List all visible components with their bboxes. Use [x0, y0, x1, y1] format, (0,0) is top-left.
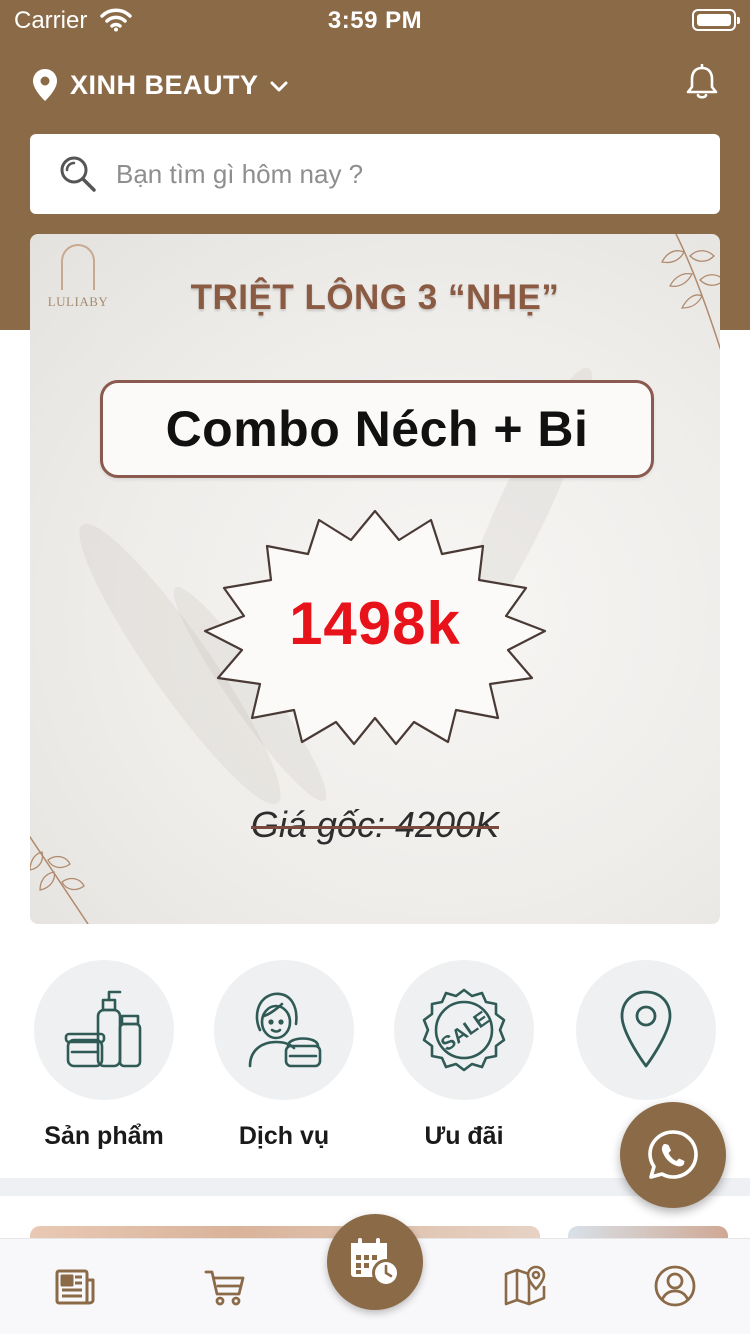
profile-icon	[654, 1265, 696, 1307]
booking-calendar-icon	[351, 1238, 400, 1287]
whatsapp-icon	[648, 1130, 698, 1179]
combo-label: Combo Néch + Bi	[165, 401, 589, 457]
tab-cart[interactable]	[203, 1264, 247, 1308]
map-icon	[504, 1265, 546, 1306]
search-icon	[60, 156, 96, 192]
sale-badge-icon: SALE	[422, 988, 506, 1072]
category-deals[interactable]: SALE Ưu đãi	[374, 960, 554, 1151]
whatsapp-button[interactable]	[620, 1102, 726, 1208]
battery-icon	[692, 9, 740, 31]
tab-map[interactable]	[503, 1264, 547, 1308]
home-screen: Carrier 3:59 PM XINH BEAUTY Bạn tìm gì h…	[0, 0, 750, 1334]
original-price: Giá gốc: 4200K	[30, 804, 720, 846]
services-icon	[248, 992, 322, 1068]
bell-icon[interactable]	[684, 64, 720, 102]
promo-banner[interactable]: LULIABY TRIỆT LÔNG 3 “NHẸ” Combo Néch + …	[30, 234, 720, 924]
category-label: Sản phẩm	[44, 1122, 164, 1150]
combo-box: Combo Néch + Bi	[100, 380, 654, 478]
chevron-down-icon	[270, 81, 288, 91]
category-label: Ưu đãi	[424, 1122, 504, 1150]
strikethrough-line	[250, 825, 500, 829]
news-icon	[55, 1269, 95, 1305]
leaf-decoration-icon	[30, 835, 89, 924]
location-name: XINH BEAUTY	[70, 69, 259, 100]
category-label: Dịch vụ	[238, 1122, 330, 1150]
tab-news[interactable]	[53, 1264, 97, 1308]
search-bar[interactable]	[30, 134, 720, 214]
banner-title: TRIỆT LÔNG 3 “NHẸ”	[190, 278, 560, 317]
booking-button[interactable]	[327, 1214, 423, 1310]
products-icon	[64, 990, 142, 1068]
cart-icon	[204, 1270, 245, 1306]
tab-profile[interactable]	[653, 1264, 697, 1308]
location-selector[interactable]: XINH BEAUTY	[32, 68, 289, 102]
status-bar: Carrier 3:59 PM	[0, 0, 750, 40]
category-products[interactable]: Sản phẩm	[14, 960, 194, 1151]
category-services[interactable]: Dịch vụ	[194, 960, 374, 1151]
sale-price: 1498k	[289, 590, 461, 657]
location-pin-icon	[620, 990, 672, 1068]
clock: 3:59 PM	[327, 7, 423, 34]
location-pin-icon	[33, 69, 57, 101]
search-input[interactable]	[116, 158, 676, 190]
